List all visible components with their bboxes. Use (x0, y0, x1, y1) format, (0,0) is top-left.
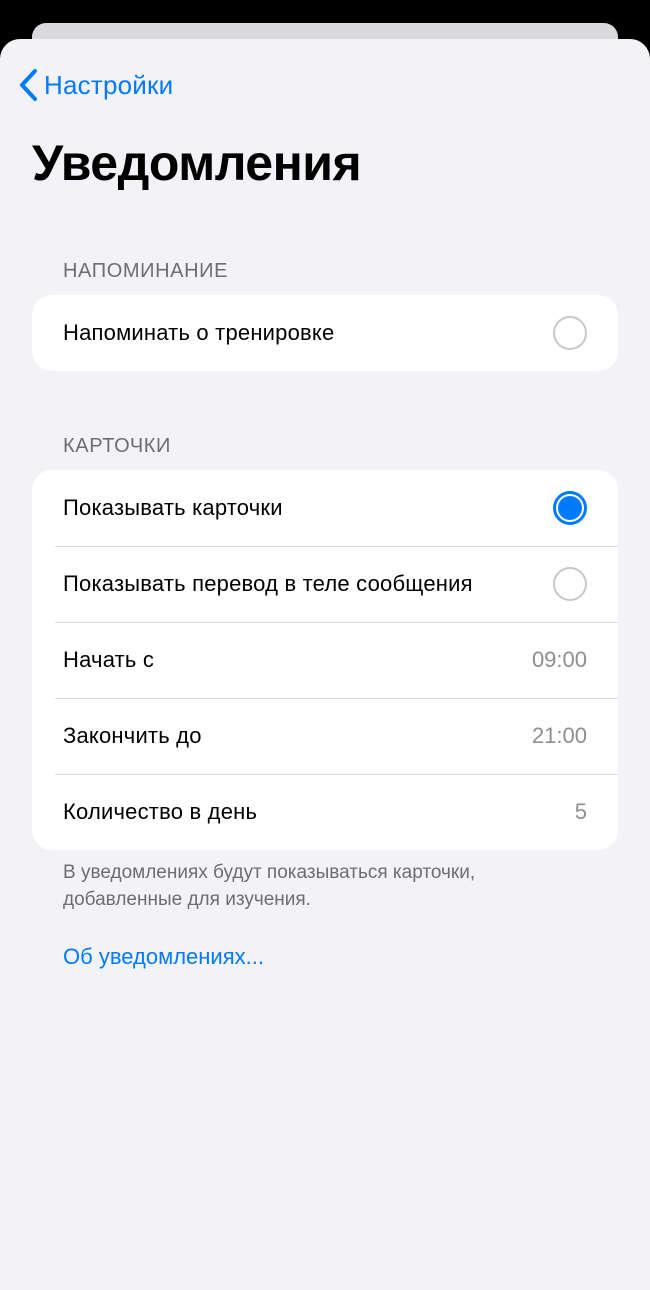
end-time-row[interactable]: Закончить до 21:00 (32, 698, 618, 774)
notifications-sheet: Настройки Уведомления НАПОМИНАНИЕ Напоми… (0, 39, 650, 1290)
row-label: Показывать карточки (63, 495, 283, 520)
cards-footer-note: В уведомлениях будут показываться карточ… (63, 862, 476, 910)
row-label: Закончить до (63, 723, 202, 748)
row-label: Количество в день (63, 799, 258, 824)
row-label: Напоминать о тренировке (63, 320, 335, 345)
show-cards-radio[interactable] (553, 491, 587, 525)
row-label: Показывать перевод в теле сообщения (63, 571, 473, 596)
about-notifications-link[interactable]: Об уведомлениях... (63, 944, 264, 970)
page-title: Уведомления (32, 135, 362, 191)
back-button[interactable]: Настройки (18, 65, 173, 105)
count-per-day-row[interactable]: Количество в день 5 (32, 774, 618, 850)
reminder-toggle-row[interactable]: Напоминать о тренировке (32, 295, 618, 371)
start-time-value: 09:00 (531, 647, 587, 672)
row-label: Начать с (63, 647, 155, 672)
show-translation-row[interactable]: Показывать перевод в теле сообщения (32, 546, 618, 622)
radio-selected-dot (558, 496, 582, 520)
cards-group: Показывать карточки Показывать перевод в… (32, 470, 618, 850)
reminder-group: Напоминать о тренировке (32, 295, 618, 371)
back-button-label: Настройки (44, 69, 174, 100)
section-header-cards: КАРТОЧКИ (63, 435, 172, 457)
count-per-day-value: 5 (574, 799, 587, 824)
section-header-reminder: НАПОМИНАНИЕ (63, 260, 229, 282)
start-time-row[interactable]: Начать с 09:00 (32, 622, 618, 698)
show-translation-radio[interactable] (553, 567, 587, 601)
show-cards-row[interactable]: Показывать карточки (32, 470, 618, 546)
reminder-radio[interactable] (553, 316, 587, 350)
end-time-value: 21:00 (531, 723, 587, 748)
chevron-left-icon (20, 69, 37, 101)
